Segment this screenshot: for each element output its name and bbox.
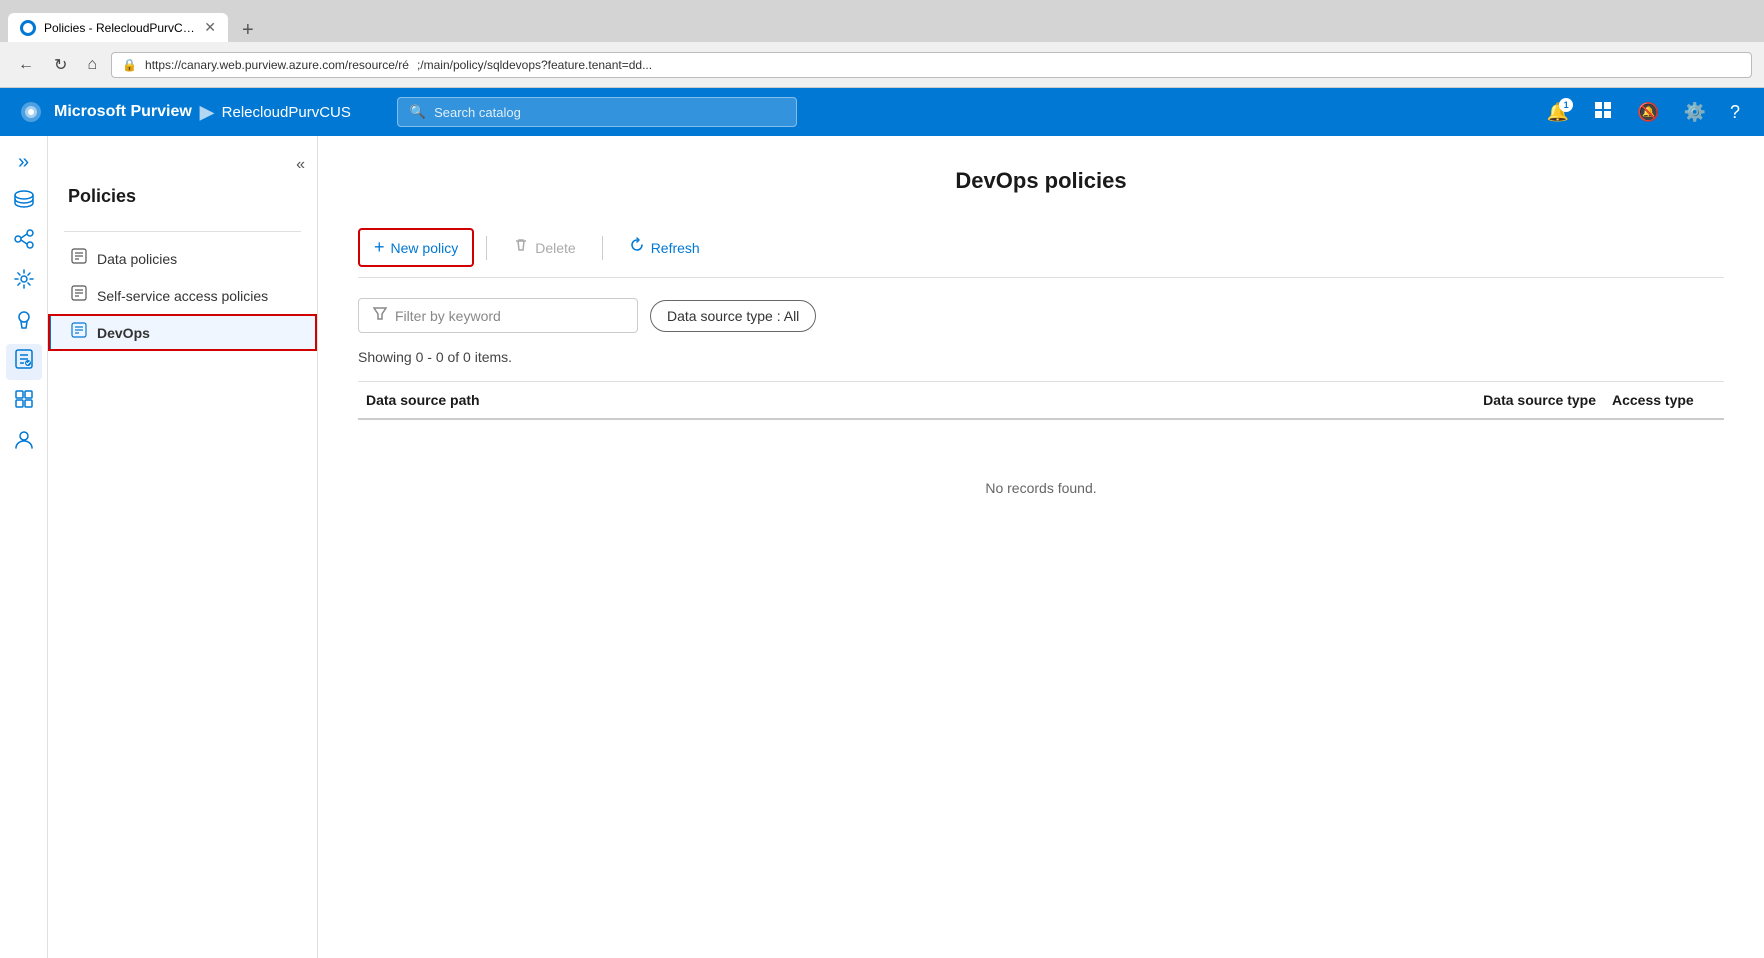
refresh-button[interactable]: Refresh — [615, 230, 714, 265]
address-bar[interactable]: 🔒 https://canary.web.purview.azure.com/r… — [111, 52, 1752, 78]
home-button[interactable]: ⌂ — [81, 52, 103, 78]
notification-badge: 1 — [1559, 98, 1573, 112]
help-button[interactable]: ? — [1726, 98, 1744, 127]
sidebar-item-data-policies[interactable]: Data policies — [48, 240, 317, 277]
icon-nav-connections[interactable] — [6, 224, 42, 260]
icon-nav-manage[interactable] — [6, 264, 42, 300]
active-tab[interactable]: Policies - RelecloudPurvCUS - M ✕ — [8, 13, 228, 42]
insights-icon — [13, 308, 35, 336]
col-path-header: Data source path — [358, 392, 1183, 408]
alerts-button[interactable]: 🔕 — [1633, 98, 1663, 127]
col-access-header: Access type — [1604, 392, 1724, 408]
double-chevron-right-icon: » — [18, 151, 29, 174]
datasource-type-filter[interactable]: Data source type : All — [650, 300, 816, 332]
tab-title: Policies - RelecloudPurvCUS - M — [44, 21, 196, 35]
connections-icon — [13, 228, 35, 256]
new-policy-button[interactable]: + New policy — [358, 228, 474, 267]
settings-gear-icon: ⚙️ — [1684, 102, 1706, 122]
search-icon: 🔍 — [410, 104, 426, 120]
keyword-filter-placeholder: Filter by keyword — [395, 308, 501, 324]
devops-icon — [71, 322, 87, 343]
settings-button[interactable]: ⚙️ — [1680, 98, 1710, 127]
icon-nav: » — [0, 136, 48, 958]
sidebar-item-label-data-policies: Data policies — [97, 251, 177, 267]
layout-icon — [1593, 104, 1613, 124]
sidebar: « Policies Data policies Self-service ac… — [48, 136, 318, 958]
toolbar: + New policy Delete Refresh — [358, 218, 1724, 278]
page-title: DevOps policies — [358, 168, 1724, 194]
collapse-sidebar-button[interactable]: « — [296, 156, 305, 174]
help-icon: ? — [1730, 102, 1740, 122]
icon-nav-data-catalog[interactable] — [6, 184, 42, 220]
new-policy-label: New policy — [391, 240, 459, 256]
main-content: DevOps policies + New policy Delete Refr… — [318, 136, 1764, 958]
count-text: Showing 0 - 0 of 0 items. — [358, 349, 1724, 365]
app-header: Microsoft Purview ▶ RelecloudPurvCUS 🔍 S… — [0, 88, 1764, 136]
filter-icon — [373, 307, 387, 324]
self-service-icon — [71, 285, 87, 306]
policies-icon — [13, 348, 35, 376]
layout-button[interactable] — [1589, 96, 1617, 129]
search-placeholder: Search catalog — [434, 105, 521, 120]
delete-label: Delete — [535, 240, 575, 256]
instance-name: RelecloudPurvCUS — [222, 104, 351, 121]
sidebar-divider — [64, 231, 301, 232]
plus-icon: + — [374, 237, 385, 258]
sidebar-item-self-service[interactable]: Self-service access policies — [48, 277, 317, 314]
sidebar-title: Policies — [48, 186, 317, 223]
sidebar-collapse-area: « — [48, 156, 317, 186]
toolbar-separator-2 — [602, 236, 603, 260]
tab-close-button[interactable]: ✕ — [204, 19, 216, 36]
datasource-filter-label: Data source type : All — [667, 308, 799, 324]
col-type-header: Data source type — [1183, 392, 1604, 408]
table-container: Data source path Data source type Access… — [358, 381, 1724, 556]
browser-chrome: Policies - RelecloudPurvCUS - M ✕ + ← ↻ … — [0, 0, 1764, 88]
icon-nav-tools[interactable] — [6, 384, 42, 420]
brand: Microsoft Purview ▶ RelecloudPurvCUS — [20, 101, 351, 123]
alert-bell-icon: 🔕 — [1637, 102, 1659, 122]
sidebar-item-label-self-service: Self-service access policies — [97, 288, 268, 304]
toolbar-separator-1 — [486, 236, 487, 260]
sidebar-item-devops[interactable]: DevOps — [48, 314, 317, 351]
brand-separator: ▶ — [200, 102, 214, 123]
back-button[interactable]: ← — [12, 52, 40, 78]
app-body: » — [0, 136, 1764, 958]
filters-row: Filter by keyword Data source type : All — [358, 298, 1724, 333]
tab-bar: Policies - RelecloudPurvCUS - M ✕ + — [0, 0, 1764, 42]
table-header: Data source path Data source type Access… — [358, 382, 1724, 420]
keyword-filter-input[interactable]: Filter by keyword — [358, 298, 638, 333]
data-policies-icon — [71, 248, 87, 269]
nav-bar: ← ↻ ⌂ 🔒 https://canary.web.purview.azure… — [0, 42, 1764, 88]
url-text: https://canary.web.purview.azure.com/res… — [145, 58, 409, 72]
url-text-right: ;/main/policy/sqldevops?feature.tenant=d… — [417, 58, 652, 72]
sidebar-item-label-devops: DevOps — [97, 325, 150, 341]
tab-favicon — [20, 20, 36, 36]
data-catalog-icon — [13, 188, 35, 216]
brand-name — [20, 101, 46, 123]
notification-button[interactable]: 🔔 1 — [1543, 98, 1573, 127]
refresh-label: Refresh — [651, 240, 700, 256]
icon-nav-account[interactable] — [6, 424, 42, 460]
app-name: Microsoft Purview — [54, 103, 192, 121]
new-tab-button[interactable]: + — [236, 19, 260, 42]
header-icons: 🔔 1 🔕 ⚙️ ? — [1543, 96, 1744, 129]
account-icon — [13, 428, 35, 456]
refresh-button[interactable]: ↻ — [48, 51, 73, 79]
icon-nav-policies[interactable] — [6, 344, 42, 380]
icon-nav-expand[interactable]: » — [6, 144, 42, 180]
delete-button[interactable]: Delete — [499, 230, 589, 265]
delete-icon — [513, 237, 529, 258]
refresh-icon — [629, 237, 645, 258]
lock-icon: 🔒 — [122, 58, 137, 72]
no-records-message: No records found. — [358, 420, 1724, 556]
icon-nav-insights[interactable] — [6, 304, 42, 340]
tools-icon — [13, 388, 35, 416]
chevron-left-icon: « — [296, 156, 305, 173]
manage-icon — [13, 268, 35, 296]
search-bar[interactable]: 🔍 Search catalog — [397, 97, 797, 127]
